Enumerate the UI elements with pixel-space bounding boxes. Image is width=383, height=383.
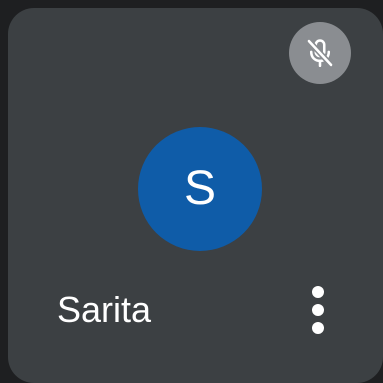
mic-off-icon [303, 36, 337, 70]
mic-muted-button[interactable] [289, 22, 351, 84]
more-options-button[interactable] [290, 278, 346, 346]
more-vert-icon [310, 284, 326, 341]
participant-tile: S Sarita [8, 8, 383, 383]
participant-name: Sarita [57, 289, 152, 330]
avatar-initial: S [183, 162, 216, 215]
avatar: S [138, 127, 262, 251]
